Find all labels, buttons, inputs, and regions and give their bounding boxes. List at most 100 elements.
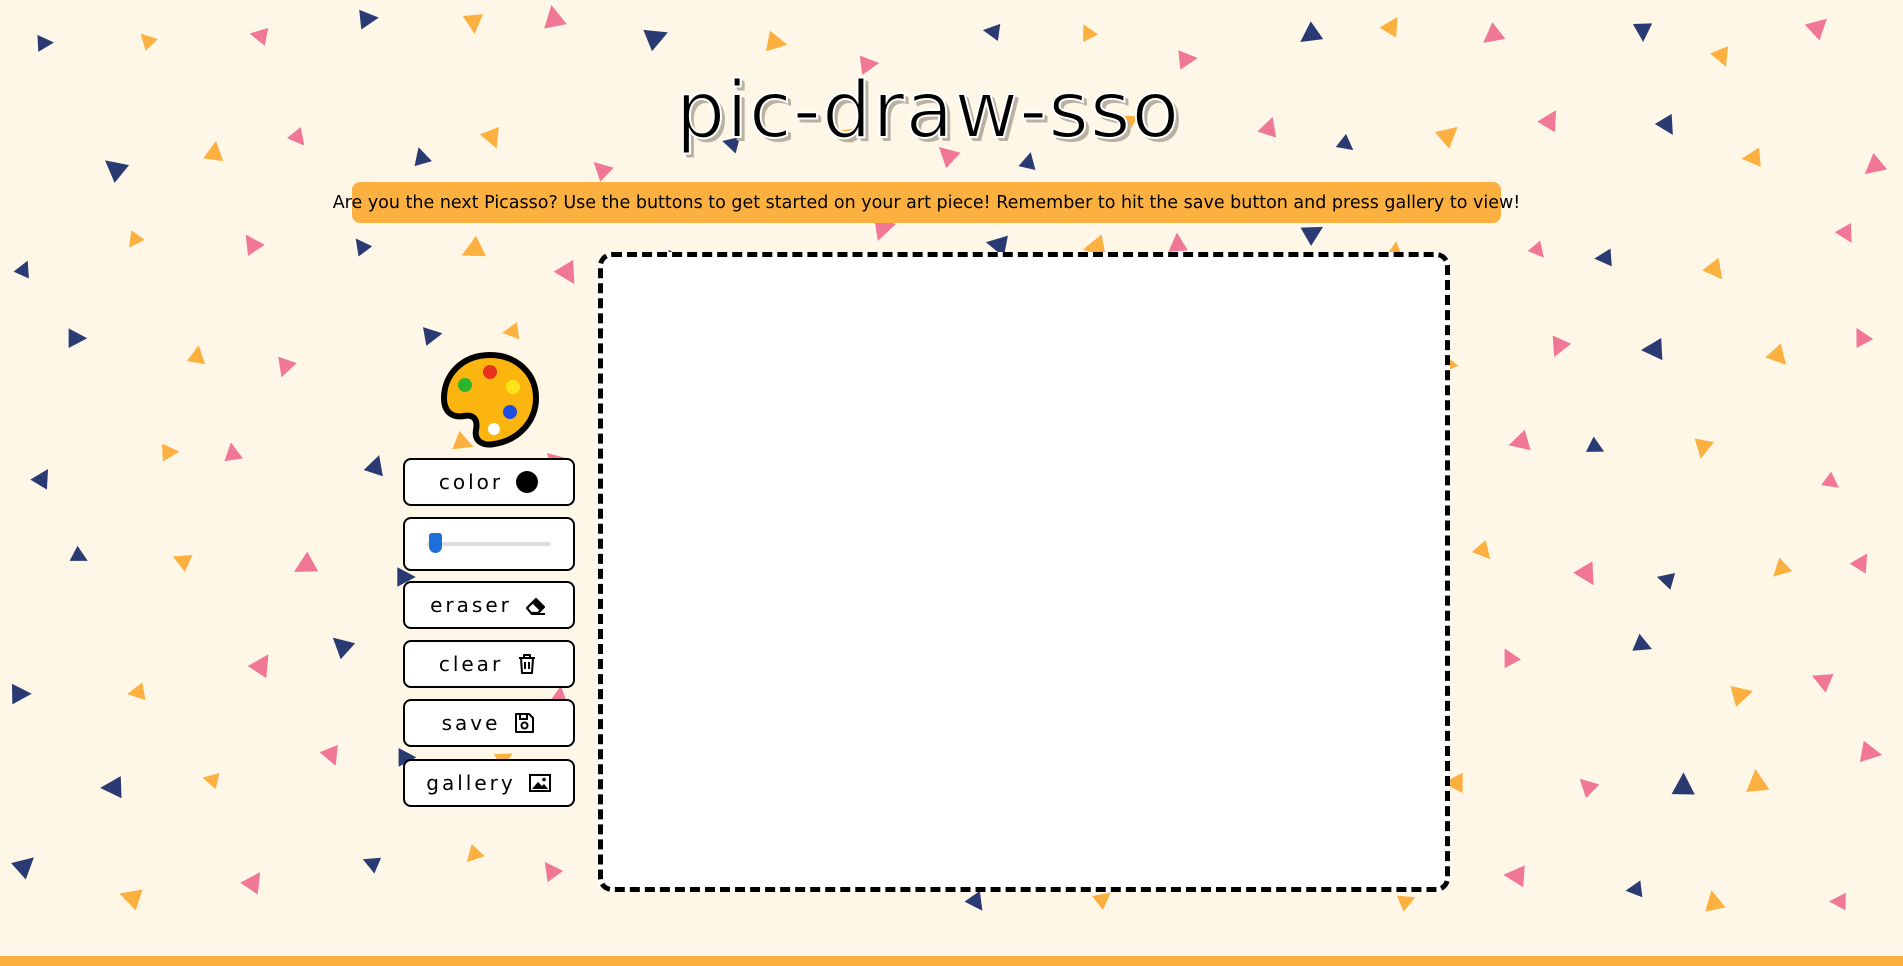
- current-color-swatch-icon: [515, 470, 539, 494]
- confetti-triangle: [1632, 633, 1652, 651]
- palette-icon: [440, 351, 540, 448]
- confetti-triangle: [1379, 17, 1398, 38]
- page-title: pic-draw-sso: [675, 65, 1181, 157]
- drawing-canvas[interactable]: [598, 252, 1450, 892]
- confetti-triangle: [544, 861, 564, 883]
- confetti-triangle: [1864, 152, 1888, 175]
- confetti-triangle: [224, 442, 243, 462]
- confetti-triangle: [1856, 327, 1874, 349]
- confetti-triangle: [1730, 685, 1754, 707]
- instructions-banner: Are you the next Picasso? Use the button…: [333, 182, 1520, 223]
- confetti-triangle: [172, 555, 193, 572]
- gallery-button[interactable]: gallery: [403, 759, 575, 807]
- clear-label: clear: [438, 652, 504, 676]
- confetti-triangle: [30, 468, 49, 490]
- confetti-triangle: [964, 890, 983, 911]
- confetti-triangle: [1508, 429, 1531, 451]
- confetti-triangle: [1300, 21, 1324, 43]
- confetti-triangle: [245, 234, 265, 256]
- confetti-triangle: [1083, 24, 1099, 43]
- confetti-triangle: [119, 889, 143, 911]
- confetti-triangle: [1829, 892, 1846, 911]
- confetti-triangle: [11, 857, 34, 880]
- confetti-triangle: [202, 773, 220, 790]
- color-button[interactable]: color: [403, 458, 575, 506]
- confetti-triangle: [100, 776, 122, 799]
- eraser-label: eraser: [430, 593, 512, 617]
- confetti-triangle: [161, 443, 180, 462]
- confetti-triangle: [332, 637, 356, 660]
- confetti-triangle: [1504, 648, 1521, 669]
- confetti-triangle: [1585, 436, 1605, 452]
- confetti-triangle: [1625, 880, 1643, 898]
- confetti-triangle: [319, 744, 338, 766]
- confetti-triangle: [1811, 673, 1834, 693]
- confetti-triangle: [1527, 240, 1544, 258]
- confetti-triangle: [363, 455, 383, 477]
- brush-size-slider[interactable]: [403, 517, 575, 571]
- confetti-triangle: [1671, 772, 1695, 795]
- confetti-triangle: [278, 356, 297, 378]
- confetti-triangle: [643, 29, 668, 52]
- save-button[interactable]: save: [403, 699, 575, 747]
- slider-thumb[interactable]: [429, 533, 443, 553]
- confetti-triangle: [1594, 248, 1612, 267]
- confetti-triangle: [461, 235, 487, 257]
- confetti-triangle: [186, 345, 206, 365]
- confetti-triangle: [544, 4, 567, 29]
- confetti-triangle: [1471, 539, 1491, 560]
- gallery-label: gallery: [426, 771, 516, 795]
- confetti-triangle: [1579, 778, 1600, 799]
- confetti-triangle: [105, 160, 130, 183]
- confetti-triangle: [68, 328, 88, 349]
- confetti-triangle: [359, 9, 379, 30]
- confetti-triangle: [13, 260, 29, 279]
- trash-icon: [515, 652, 539, 676]
- slider-track[interactable]: [427, 533, 551, 553]
- confetti-triangle: [1168, 232, 1188, 252]
- confetti-triangle: [765, 30, 788, 52]
- confetti-triangle: [1483, 22, 1506, 43]
- confetti-triangle: [128, 230, 145, 248]
- confetti-triangle: [362, 857, 382, 874]
- confetti-triangle: [1552, 335, 1572, 358]
- confetti-triangle: [1640, 337, 1663, 361]
- eraser-button[interactable]: eraser: [403, 581, 575, 629]
- color-label: color: [438, 470, 504, 494]
- confetti-triangle: [502, 322, 520, 340]
- confetti-triangle: [1694, 438, 1714, 459]
- confetti-triangle: [240, 872, 261, 895]
- confetti-triangle: [593, 161, 614, 182]
- image-icon: [528, 771, 552, 795]
- confetti-triangle: [294, 551, 319, 572]
- confetti-triangle: [423, 327, 443, 346]
- confetti-triangle: [355, 238, 373, 257]
- confetti-triangle: [462, 14, 483, 35]
- eraser-icon: [524, 593, 548, 617]
- confetti-triangle: [1765, 343, 1787, 365]
- clear-button[interactable]: clear: [403, 640, 575, 688]
- confetti-triangle: [69, 545, 88, 561]
- confetti-triangle: [1656, 572, 1676, 590]
- confetti-triangle: [249, 27, 269, 46]
- confetti-triangle: [1773, 557, 1793, 577]
- confetti-triangle: [553, 260, 575, 285]
- confetti-triangle: [1503, 865, 1525, 888]
- confetti-triangle: [1746, 768, 1770, 793]
- confetti-triangle: [1632, 23, 1653, 42]
- confetti-triangle: [1804, 18, 1827, 41]
- confetti-triangle: [37, 34, 54, 52]
- confetti-triangle: [1859, 740, 1883, 763]
- confetti-triangle: [247, 654, 269, 679]
- footer-bar: [0, 956, 1903, 966]
- confetti-triangle: [1834, 222, 1852, 243]
- confetti-triangle: [982, 23, 1001, 42]
- floppy-disk-icon: [512, 711, 536, 735]
- confetti-triangle: [1396, 895, 1416, 912]
- confetti-triangle: [1573, 561, 1594, 586]
- confetti-triangle: [466, 844, 485, 863]
- confetti-triangle: [11, 683, 32, 705]
- confetti-triangle: [1702, 257, 1723, 280]
- confetti-triangle: [140, 33, 158, 51]
- save-label: save: [441, 711, 501, 735]
